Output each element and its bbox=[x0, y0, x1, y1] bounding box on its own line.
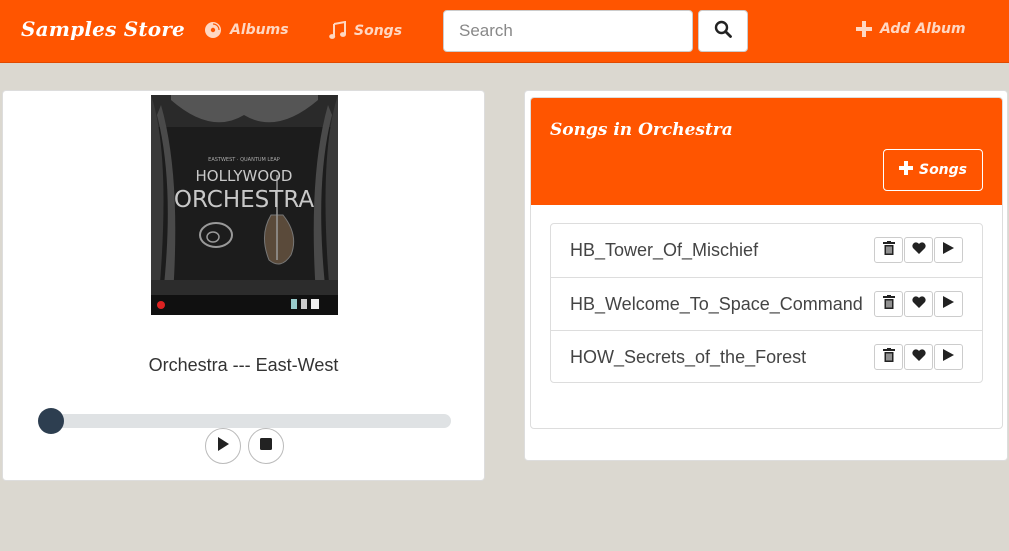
song-name: HOW_Secrets_of_the_Forest bbox=[570, 347, 807, 367]
list-item: HB_Welcome_To_Space_Command bbox=[551, 277, 982, 330]
favorite-song-button[interactable] bbox=[904, 237, 933, 263]
album-panel: EASTWEST · QUANTUM LEAP HOLLYWOOD ORCHES… bbox=[2, 90, 485, 481]
play-icon bbox=[943, 348, 954, 366]
heart-icon bbox=[911, 295, 926, 313]
trash-icon bbox=[882, 240, 895, 260]
album-title: Orchestra --- East-West bbox=[148, 355, 339, 375]
disc-icon bbox=[204, 21, 222, 39]
trash-icon bbox=[882, 347, 895, 367]
search-icon bbox=[714, 20, 732, 43]
cover-title-line1: HOLLYWOOD bbox=[196, 167, 293, 185]
heart-icon bbox=[911, 241, 926, 259]
song-list: HB_Tower_Of_Mischief HB_Welcome_To_Space… bbox=[550, 223, 983, 383]
play-song-button[interactable] bbox=[934, 237, 963, 263]
stop-icon bbox=[260, 437, 272, 455]
music-note-icon bbox=[329, 21, 346, 40]
list-item: HOW_Secrets_of_the_Forest bbox=[551, 330, 982, 383]
delete-song-button[interactable] bbox=[874, 237, 903, 263]
songs-header: Songs in Orchestra Songs bbox=[531, 98, 1002, 205]
plus-icon bbox=[898, 161, 913, 179]
delete-song-button[interactable] bbox=[874, 291, 903, 317]
trash-icon bbox=[882, 294, 895, 314]
plus-icon bbox=[856, 21, 872, 37]
search-input[interactable] bbox=[443, 10, 693, 52]
cover-top-text: EASTWEST · QUANTUM LEAP bbox=[208, 157, 280, 163]
play-icon bbox=[943, 241, 954, 259]
add-album-link[interactable]: Add Album bbox=[856, 21, 966, 37]
play-song-button[interactable] bbox=[934, 344, 963, 370]
nav-songs-link[interactable]: Songs bbox=[329, 21, 402, 40]
heart-icon bbox=[911, 348, 926, 366]
navbar: Samples Store Albums Songs Search Add Al… bbox=[0, 0, 1009, 63]
add-songs-button[interactable]: Songs bbox=[883, 149, 983, 191]
cover-title-line2: ORCHESTRA bbox=[174, 187, 315, 213]
delete-song-button[interactable] bbox=[874, 344, 903, 370]
stop-button[interactable] bbox=[248, 428, 284, 464]
search-button[interactable] bbox=[698, 10, 748, 52]
play-button[interactable] bbox=[205, 428, 241, 464]
add-songs-label: Songs bbox=[918, 162, 968, 178]
songs-panel-title: Songs in Orchestra bbox=[550, 120, 733, 140]
song-name: HB_Tower_Of_Mischief bbox=[570, 240, 759, 260]
album-cover[interactable]: EASTWEST · QUANTUM LEAP HOLLYWOOD ORCHES… bbox=[151, 95, 338, 315]
nav-songs-label: Songs bbox=[354, 22, 403, 39]
progress-track[interactable] bbox=[50, 414, 451, 428]
favorite-song-button[interactable] bbox=[904, 291, 933, 317]
play-song-button[interactable] bbox=[934, 291, 963, 317]
song-name: HB_Welcome_To_Space_Command bbox=[570, 294, 863, 314]
favorite-song-button[interactable] bbox=[904, 344, 933, 370]
nav-albums-label: Albums bbox=[230, 22, 289, 38]
play-icon bbox=[217, 436, 229, 456]
progress-knob[interactable] bbox=[38, 408, 64, 434]
list-item: HB_Tower_Of_Mischief bbox=[551, 224, 982, 277]
add-album-label: Add Album bbox=[880, 21, 966, 37]
nav-albums-link[interactable]: Albums bbox=[204, 21, 289, 39]
brand-logo[interactable]: Samples Store bbox=[21, 17, 185, 41]
play-icon bbox=[943, 295, 954, 313]
